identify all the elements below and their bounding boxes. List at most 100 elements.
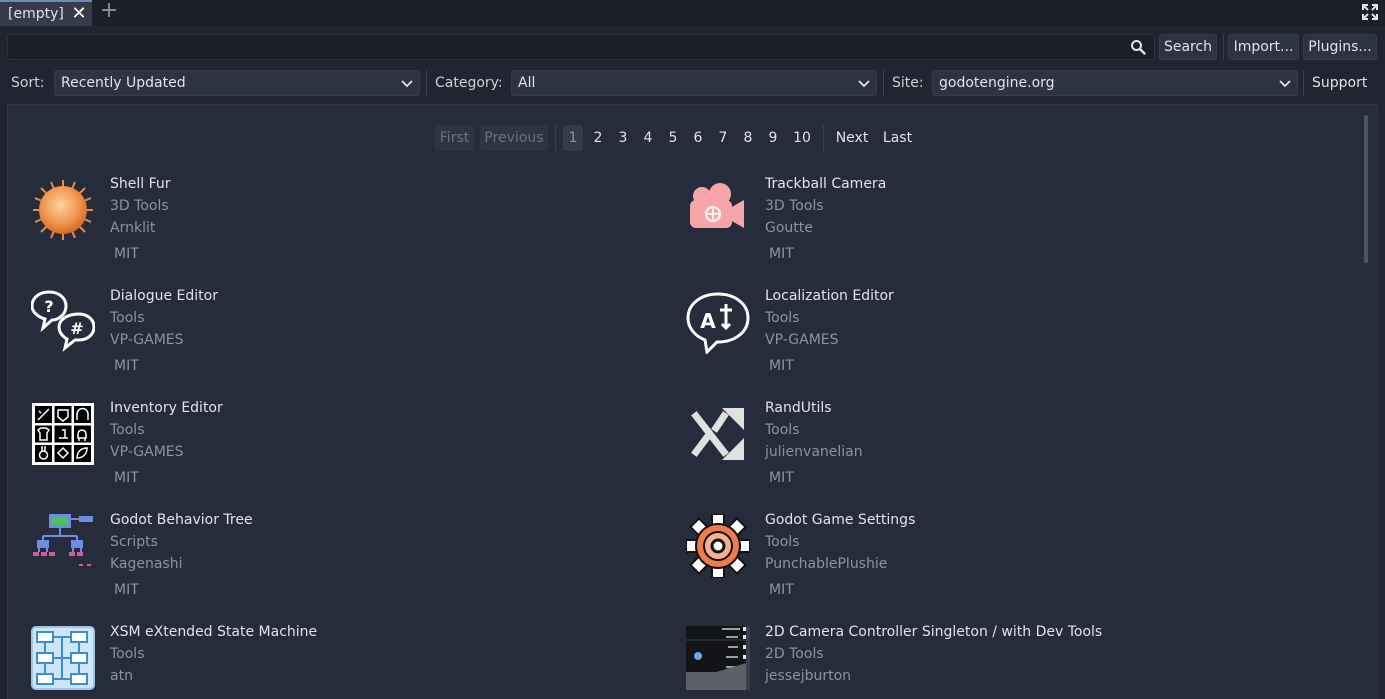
pager-page-button[interactable]: 4 <box>638 125 658 151</box>
asset-title[interactable]: Godot Behavior Tree <box>110 512 253 528</box>
scrollbar[interactable] <box>1364 115 1368 263</box>
asset-author[interactable]: VP-GAMES <box>110 444 184 460</box>
asset-item-godot-behavior-tree[interactable]: Godot Behavior Tree Scripts Kagenashi MI… <box>31 512 631 614</box>
asset-author[interactable]: Goutte <box>765 220 813 236</box>
sort-select[interactable]: Recently Updated <box>54 70 420 96</box>
sort-value: Recently Updated <box>61 75 186 91</box>
pager-last-button[interactable]: Last <box>880 125 915 151</box>
asset-title[interactable]: Trackball Camera <box>765 176 886 192</box>
divider <box>1223 34 1224 60</box>
asset-license: MIT <box>114 246 139 262</box>
asset-title[interactable]: Localization Editor <box>765 288 894 304</box>
pager-page-button[interactable]: 2 <box>588 125 608 151</box>
asset-category[interactable]: 3D Tools <box>765 198 824 214</box>
asset-item-randutils[interactable]: RandUtils Tools julienvanelian MIT <box>686 400 1286 502</box>
category-label: Category: <box>435 75 503 91</box>
asset-title[interactable]: XSM eXtended State Machine <box>110 624 317 640</box>
fur-ball-icon <box>33 180 93 240</box>
add-tab-icon[interactable]: + <box>98 0 120 23</box>
asset-license: MIT <box>769 582 794 598</box>
site-label: Site: <box>892 75 924 91</box>
asset-title[interactable]: 2D Camera Controller Singleton / with De… <box>765 624 1102 640</box>
support-menu-button[interactable]: Support <box>1312 73 1367 93</box>
pager-previous-button[interactable]: Previous <box>480 125 548 151</box>
asset-category[interactable]: Tools <box>110 310 145 326</box>
search-input[interactable] <box>8 35 1154 59</box>
asset-item-godot-game-settings[interactable]: Godot Game Settings Tools PunchablePlush… <box>686 512 1286 614</box>
pager-page-button[interactable]: 6 <box>688 125 708 151</box>
chevron-down-icon <box>858 80 870 88</box>
category-value: All <box>518 75 536 91</box>
asset-author[interactable]: VP-GAMES <box>765 332 839 348</box>
divider <box>823 125 824 151</box>
camera-preview-icon <box>686 626 750 690</box>
search-icon <box>1131 40 1146 55</box>
asset-category[interactable]: Scripts <box>110 534 158 550</box>
category-select[interactable]: All <box>511 70 877 96</box>
translate-bubble-icon: A <box>686 292 750 354</box>
tab-empty[interactable]: [empty] ✕ <box>0 0 92 26</box>
asset-license: MIT <box>769 470 794 486</box>
sort-label: Sort: <box>11 75 45 91</box>
asset-item-localization-editor[interactable]: A Localization Editor Tools VP-GAMES MIT <box>686 288 1286 390</box>
tab-label: [empty] <box>8 6 64 22</box>
asset-title[interactable]: Godot Game Settings <box>765 512 915 528</box>
asset-author[interactable]: Kagenashi <box>110 556 183 572</box>
behavior-tree-icon <box>33 514 93 566</box>
pager-page-button[interactable]: 9 <box>763 125 783 151</box>
asset-category[interactable]: Tools <box>110 646 145 662</box>
asset-title[interactable]: Inventory Editor <box>110 400 223 416</box>
inventory-grid-icon <box>32 403 94 465</box>
pager-page-button[interactable]: 1 <box>563 125 583 151</box>
asset-author[interactable]: jessejburton <box>765 668 851 684</box>
asset-author[interactable]: julienvanelian <box>765 444 863 460</box>
asset-category[interactable]: 3D Tools <box>110 198 169 214</box>
divider <box>555 125 556 151</box>
plugins-button[interactable]: Plugins... <box>1303 34 1377 60</box>
asset-item-trackball-camera[interactable]: Trackball Camera 3D Tools Goutte MIT <box>686 176 1286 278</box>
pager-page-button[interactable]: 3 <box>613 125 633 151</box>
asset-title[interactable]: Shell Fur <box>110 176 171 192</box>
asset-category[interactable]: 2D Tools <box>765 646 824 662</box>
pager-page-button[interactable]: 10 <box>788 125 816 151</box>
asset-license: MIT <box>769 246 794 262</box>
pager-page-button[interactable]: 5 <box>663 125 683 151</box>
asset-item-2d-camera-controller[interactable]: 2D Camera Controller Singleton / with De… <box>686 624 1286 699</box>
search-field[interactable] <box>7 34 1155 60</box>
asset-author[interactable]: PunchablePlushie <box>765 556 887 572</box>
chevron-down-icon <box>1279 80 1291 88</box>
asset-category[interactable]: Tools <box>765 534 800 550</box>
asset-author[interactable]: Arnklit <box>110 220 155 236</box>
pager-page-button[interactable]: 8 <box>738 125 758 151</box>
asset-category[interactable]: Tools <box>110 422 145 438</box>
asset-title[interactable]: RandUtils <box>765 400 832 416</box>
asset-item-xsm-state-machine[interactable]: XSM eXtended State Machine Tools atn <box>31 624 631 699</box>
asset-title[interactable]: Dialogue Editor <box>110 288 218 304</box>
asset-author[interactable]: VP-GAMES <box>110 332 184 348</box>
pager-page-button[interactable]: 7 <box>713 125 733 151</box>
import-button[interactable]: Import... <box>1228 34 1299 60</box>
asset-license: MIT <box>114 470 139 486</box>
fullscreen-icon[interactable] <box>1361 3 1379 21</box>
asset-author[interactable]: atn <box>110 668 133 684</box>
asset-item-shell-fur[interactable]: Shell Fur 3D Tools Arnklit MIT <box>31 176 631 278</box>
site-value: godotengine.org <box>939 75 1055 91</box>
asset-item-inventory-editor[interactable]: Inventory Editor Tools VP-GAMES MIT <box>31 400 631 502</box>
close-icon[interactable]: ✕ <box>70 3 88 25</box>
site-select[interactable]: godotengine.org <box>932 70 1298 96</box>
divider <box>1303 70 1304 96</box>
search-button[interactable]: Search <box>1159 34 1217 60</box>
asset-category[interactable]: Tools <box>765 422 800 438</box>
asset-license: MIT <box>769 358 794 374</box>
pager-next-button[interactable]: Next <box>832 125 872 151</box>
shuffle-icon <box>691 408 744 460</box>
state-machine-icon <box>31 626 95 690</box>
asset-category[interactable]: Tools <box>765 310 800 326</box>
gear-icon <box>686 514 750 578</box>
asset-item-dialogue-editor[interactable]: ? # Dialogue Editor Tools VP-GAMES MIT <box>31 288 631 390</box>
pager-first-button[interactable]: First <box>435 125 474 151</box>
dialogue-bubbles-icon: ? # <box>31 290 95 352</box>
svg-text:A: A <box>700 309 716 333</box>
divider <box>426 70 427 96</box>
divider <box>883 70 884 96</box>
